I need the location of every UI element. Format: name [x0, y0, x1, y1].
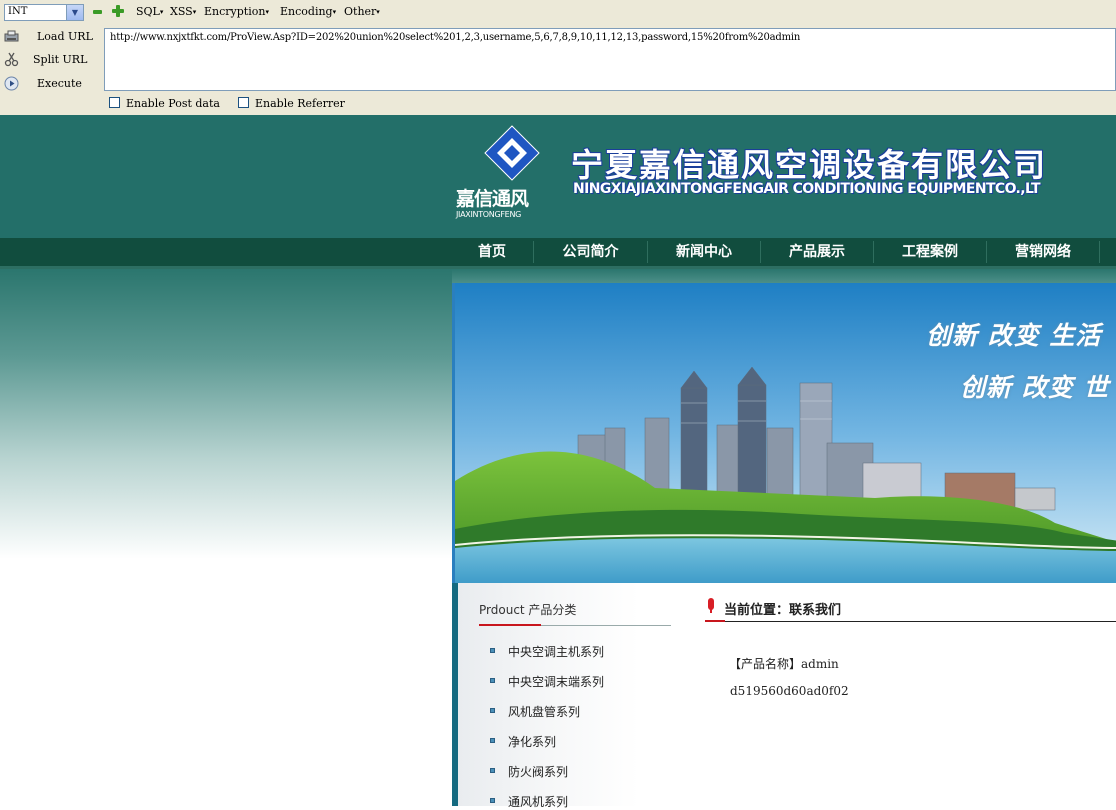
- company-name-en: NINGXIAJIAXINTONGFENGAIR CONDITIONING EQ…: [573, 181, 1041, 197]
- nav-item-news[interactable]: 新闻中心: [648, 238, 760, 266]
- execute-label: Execute: [37, 77, 82, 90]
- int-select[interactable]: INT ▼: [4, 4, 84, 21]
- banner-slogan-1: 创新 改变 生活: [926, 321, 1102, 350]
- position-underline-accent: [705, 620, 725, 622]
- scissors-icon: [4, 52, 19, 67]
- location-marker-icon: [708, 598, 714, 613]
- nav-item-about[interactable]: 公司简介: [534, 238, 647, 266]
- square-bullet-icon: [490, 768, 495, 773]
- company-name-cn: 宁夏嘉信通风空调设备有限公司: [571, 146, 1048, 184]
- split-url-button[interactable]: Split URL: [0, 49, 100, 71]
- split-url-label: Split URL: [33, 53, 88, 66]
- checkbox-box[interactable]: [109, 97, 120, 108]
- company-logo-icon: [484, 125, 540, 181]
- load-url-icon: [4, 30, 19, 42]
- nav-item-cases[interactable]: 工程案例: [874, 238, 986, 266]
- menu-encryption[interactable]: Encryption▾: [204, 5, 269, 19]
- category-item-label: 通风机系列: [508, 795, 569, 809]
- nav-separator: [1099, 241, 1100, 263]
- category-item-label: 净化系列: [508, 735, 557, 749]
- plus-icon[interactable]: [112, 5, 124, 17]
- menu-sql[interactable]: SQL▾: [136, 5, 163, 19]
- sidebar-title: Prdouct 产品分类: [479, 603, 577, 617]
- load-url-button[interactable]: Load URL: [0, 26, 100, 48]
- sidebar-title-underline: [479, 624, 541, 626]
- play-icon: [4, 76, 19, 91]
- current-position-title: 当前位置：联系我们: [724, 603, 842, 618]
- int-select-value: INT: [8, 6, 28, 17]
- category-item-label: 防火阀系列: [508, 765, 569, 779]
- enable-referrer-label: Enable Referrer: [255, 97, 345, 110]
- hackbar-toolbar: INT ▼ SQL▾ XSS▾ Encryption▾ Encoding▾ Ot…: [0, 0, 1116, 115]
- category-item-label: 风机盘管系列: [508, 705, 581, 719]
- product-detail: d519560d60ad0f02: [730, 684, 849, 698]
- enable-post-label: Enable Post data: [126, 97, 220, 110]
- banner-slogan-2: 创新 改变 世: [960, 373, 1110, 402]
- minus-icon[interactable]: [93, 10, 102, 14]
- nav-item-products[interactable]: 产品展示: [761, 238, 873, 266]
- square-bullet-icon: [490, 648, 495, 653]
- menu-other[interactable]: Other▾: [344, 5, 380, 19]
- chevron-down-icon[interactable]: ▼: [66, 5, 83, 20]
- banner-top-gradient: [452, 269, 1116, 283]
- menu-xss[interactable]: XSS▾: [170, 5, 196, 19]
- sidebar-divider: [541, 625, 671, 626]
- menu-encoding[interactable]: Encoding▾: [280, 5, 336, 19]
- nav-item-network[interactable]: 营销网络: [987, 238, 1099, 266]
- left-background-gradient: [0, 269, 452, 559]
- url-value: http://www.nxjxtfkt.com/ProView.Asp?ID=2…: [110, 32, 801, 43]
- main-nav: 首页 公司简介 新闻中心 产品展示 工程案例 营销网络: [0, 238, 1116, 269]
- product-name: 【产品名称】admin: [729, 657, 839, 671]
- category-item-label: 中央空调末端系列: [508, 675, 605, 689]
- checkbox-box[interactable]: [238, 97, 249, 108]
- square-bullet-icon: [490, 738, 495, 743]
- square-bullet-icon: [490, 798, 495, 803]
- category-item-label: 中央空调主机系列: [508, 645, 605, 659]
- url-textarea[interactable]: http://www.nxjxtfkt.com/ProView.Asp?ID=2…: [104, 28, 1116, 91]
- position-underline: [725, 621, 1116, 622]
- square-bullet-icon: [490, 708, 495, 713]
- square-bullet-icon: [490, 678, 495, 683]
- logo-text-cn: 嘉信通风: [456, 188, 529, 210]
- nav-item-home[interactable]: 首页: [452, 238, 532, 266]
- logo-text-en: JIAXINTONGFENG: [456, 210, 522, 219]
- execute-button[interactable]: Execute: [0, 73, 100, 95]
- load-url-label: Load URL: [37, 30, 93, 43]
